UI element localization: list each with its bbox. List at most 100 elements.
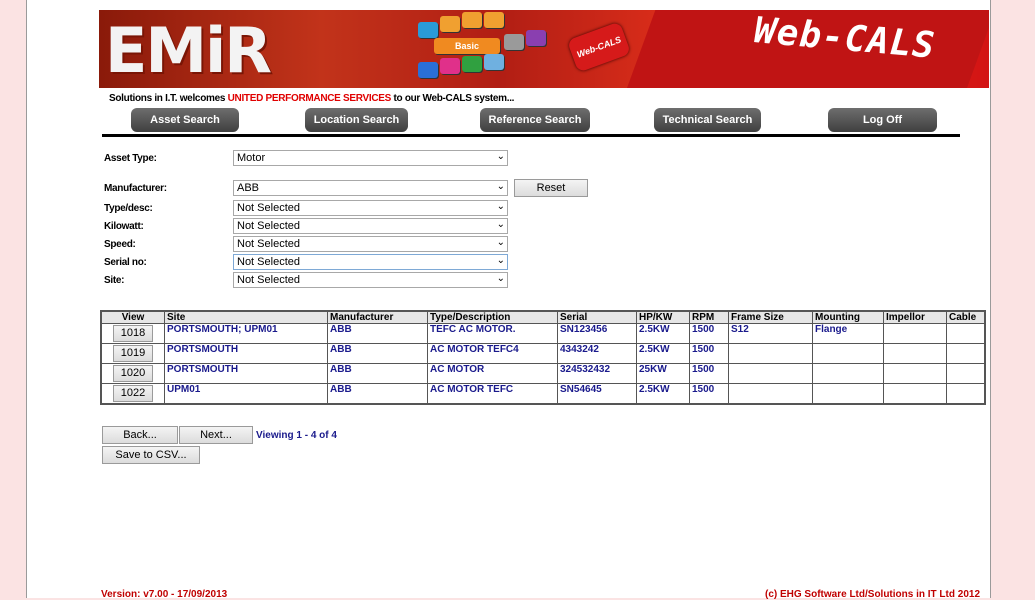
cell-serial: SN54645 — [557, 383, 637, 405]
cell-manufacturer: ABB — [327, 343, 428, 364]
view-button[interactable]: 1019 — [113, 345, 153, 362]
kilowatt-label: Kilowatt: — [104, 221, 144, 232]
chevron-down-icon: ⌄ — [496, 201, 505, 212]
viewing-count: Viewing 1 - 4 of 4 — [256, 430, 337, 441]
chevron-down-icon: ⌄ — [496, 151, 505, 162]
cell-mounting: Flange — [812, 323, 884, 344]
asset-type-label: Asset Type: — [104, 153, 157, 164]
cell-rpm: 1500 — [689, 323, 729, 344]
serial-select[interactable]: Not Selected ⌄ — [233, 254, 508, 270]
page-frame — [26, 0, 991, 598]
cell-impellor — [883, 323, 947, 344]
manufacturer-label: Manufacturer: — [104, 183, 167, 194]
col-hpkw: HP/KW — [636, 310, 690, 324]
emir-logo: EMiR — [105, 14, 272, 87]
cell-cable — [946, 383, 986, 405]
table-row: 1019 PORTSMOUTH ABB AC MOTOR TEFC4 43432… — [100, 343, 986, 364]
speed-select[interactable]: Not Selected ⌄ — [233, 236, 508, 252]
cell-site: PORTSMOUTH; UPM01 — [164, 323, 328, 344]
cell-hpkw: 2.5KW — [636, 343, 690, 364]
chevron-down-icon: ⌄ — [496, 237, 505, 248]
table-row: 1018 PORTSMOUTH; UPM01 ABB TEFC AC MOTOR… — [100, 323, 986, 344]
cell-serial: SN123456 — [557, 323, 637, 344]
site-select[interactable]: Not Selected ⌄ — [233, 272, 508, 288]
cell-manufacturer: ABB — [327, 323, 428, 344]
view-button[interactable]: 1018 — [113, 325, 153, 342]
cell-cable — [946, 323, 986, 344]
col-site: Site — [164, 310, 328, 324]
type-desc-label: Type/desc: — [104, 203, 153, 214]
kilowatt-value: Not Selected — [237, 220, 300, 232]
col-mounting: Mounting — [812, 310, 884, 324]
col-manufacturer: Manufacturer — [327, 310, 428, 324]
cell-site: PORTSMOUTH — [164, 363, 328, 384]
version-text: Version: v7.00 - 17/09/2013 — [101, 589, 228, 600]
cell-mounting — [812, 363, 884, 384]
cell-site: UPM01 — [164, 383, 328, 405]
cell-cable — [946, 363, 986, 384]
manufacturer-select[interactable]: ABB ⌄ — [233, 180, 508, 196]
serial-value: Not Selected — [237, 256, 300, 268]
cell-rpm: 1500 — [689, 383, 729, 405]
asset-type-select[interactable]: Motor ⌄ — [233, 150, 508, 166]
cell-manufacturer: ABB — [327, 363, 428, 384]
cell-hpkw: 2.5KW — [636, 383, 690, 405]
header-banner: EMiR Basic Web-CALS Web-CALS — [99, 10, 989, 88]
cell-frame — [728, 343, 813, 364]
type-desc-select[interactable]: Not Selected ⌄ — [233, 200, 508, 216]
save-csv-button[interactable]: Save to CSV... — [102, 446, 200, 464]
company-name: UNITED PERFORMANCE SERVICES — [227, 93, 392, 104]
cell-frame — [728, 363, 813, 384]
reset-button[interactable]: Reset — [514, 179, 588, 197]
col-cable: Cable — [946, 310, 986, 324]
results-table: View Site Manufacturer Type/Description … — [100, 310, 986, 405]
cell-type: TEFC AC MOTOR. — [427, 323, 558, 344]
cell-cable — [946, 343, 986, 364]
col-frame-size: Frame Size — [728, 310, 813, 324]
nav-reference-search[interactable]: Reference Search — [480, 108, 590, 132]
next-button[interactable]: Next... — [179, 426, 253, 444]
cell-mounting — [812, 343, 884, 364]
view-button[interactable]: 1020 — [113, 365, 153, 382]
cell-serial: 324532432 — [557, 363, 637, 384]
speed-label: Speed: — [104, 239, 136, 250]
cell-frame: S12 — [728, 323, 813, 344]
manufacturer-value: ABB — [237, 182, 260, 194]
col-view: View — [100, 310, 165, 324]
nav-asset-search[interactable]: Asset Search — [131, 108, 239, 132]
chevron-down-icon: ⌄ — [496, 255, 505, 266]
welcome-prefix: Solutions in I.T. welcomes — [109, 93, 226, 104]
table-row: 1022 UPM01 ABB AC MOTOR TEFC SN54645 2.5… — [100, 383, 986, 405]
cell-frame — [728, 383, 813, 405]
cell-hpkw: 25KW — [636, 363, 690, 384]
cell-site: PORTSMOUTH — [164, 343, 328, 364]
cell-rpm: 1500 — [689, 363, 729, 384]
cell-type: AC MOTOR — [427, 363, 558, 384]
nav-log-off[interactable]: Log Off — [828, 108, 937, 132]
table-row: 1020 PORTSMOUTH ABB AC MOTOR 324532432 2… — [100, 363, 986, 384]
cell-mounting — [812, 383, 884, 405]
asset-type-value: Motor — [237, 152, 266, 164]
col-serial: Serial — [557, 310, 637, 324]
kilowatt-select[interactable]: Not Selected ⌄ — [233, 218, 508, 234]
nav-technical-search[interactable]: Technical Search — [654, 108, 761, 132]
speed-value: Not Selected — [237, 238, 300, 250]
col-type: Type/Description — [427, 310, 558, 324]
copyright-text: (c) EHG Software Ltd/Solutions in IT Ltd… — [764, 589, 980, 600]
site-label: Site: — [104, 275, 125, 286]
type-desc-value: Not Selected — [237, 202, 300, 214]
view-button[interactable]: 1022 — [113, 385, 153, 402]
back-button[interactable]: Back... — [102, 426, 178, 444]
cell-manufacturer: ABB — [327, 383, 428, 405]
nav-location-search[interactable]: Location Search — [305, 108, 408, 132]
cell-type: AC MOTOR TEFC — [427, 383, 558, 405]
col-impellor: Impellor — [883, 310, 947, 324]
nav-divider — [102, 134, 960, 137]
cell-rpm: 1500 — [689, 343, 729, 364]
cell-hpkw: 2.5KW — [636, 323, 690, 344]
serial-label: Serial no: — [104, 257, 147, 268]
cell-serial: 4343242 — [557, 343, 637, 364]
web-cals-badge: Web-CALS — [566, 21, 632, 73]
col-rpm: RPM — [689, 310, 729, 324]
cell-impellor — [883, 363, 947, 384]
